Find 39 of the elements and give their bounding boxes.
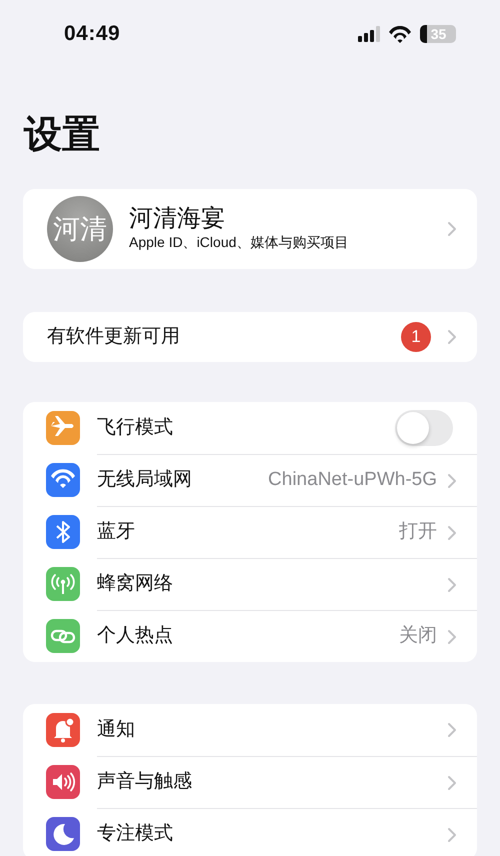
chevron-icon	[447, 826, 457, 842]
settings-row[interactable]: 蜂窝网络	[23, 558, 477, 610]
update-row[interactable]: 有软件更新可用 1	[23, 312, 477, 362]
row-value: 关闭	[399, 624, 437, 648]
page-title: 设置	[24, 116, 101, 154]
update-label: 有软件更新可用	[47, 324, 181, 349]
signal-icon	[358, 26, 380, 42]
chevron-icon	[447, 472, 457, 488]
row-label: 专注模式	[97, 822, 174, 846]
row-label: 蓝牙	[97, 520, 136, 544]
avatar: 河清	[47, 196, 113, 262]
chevron-icon	[447, 221, 457, 237]
row-label: 无线局域网	[97, 468, 193, 492]
settings-row[interactable]: 通知	[23, 704, 477, 756]
status-time: 04:49	[64, 21, 120, 48]
row-value: ChinaNet-uPWh-5G	[268, 468, 437, 492]
row-label: 蜂窝网络	[97, 572, 174, 596]
notification-count: 1	[401, 322, 431, 352]
chevron-icon	[447, 628, 457, 644]
profile-subtitle: Apple ID、iCloud、媒体与购买项目	[129, 233, 350, 252]
settings-row[interactable]: 声音与触感	[23, 756, 477, 808]
chevron-icon	[447, 329, 457, 345]
chevron-icon	[447, 722, 457, 738]
row-value: 打开	[399, 520, 437, 544]
toggle-switch[interactable]	[395, 410, 453, 446]
settings-row[interactable]: 蓝牙 打开	[23, 506, 477, 558]
chevron-icon	[447, 774, 457, 790]
profile-name: 河清海宴	[129, 204, 226, 232]
row-label: 个人热点	[97, 624, 174, 648]
row-label: 飞行模式	[97, 416, 174, 440]
settings-row[interactable]: 飞行模式	[23, 402, 477, 454]
settings-row[interactable]: 个人热点 关闭	[23, 610, 477, 662]
chevron-icon	[447, 524, 457, 540]
row-label: 声音与触感	[97, 770, 193, 794]
settings-row[interactable]: 无线局域网 ChinaNet-uPWh-5G	[23, 454, 477, 506]
settings-row[interactable]: 专注模式	[23, 808, 477, 856]
wifi-icon	[388, 26, 412, 42]
chevron-icon	[447, 576, 457, 592]
row-label: 通知	[97, 718, 136, 742]
